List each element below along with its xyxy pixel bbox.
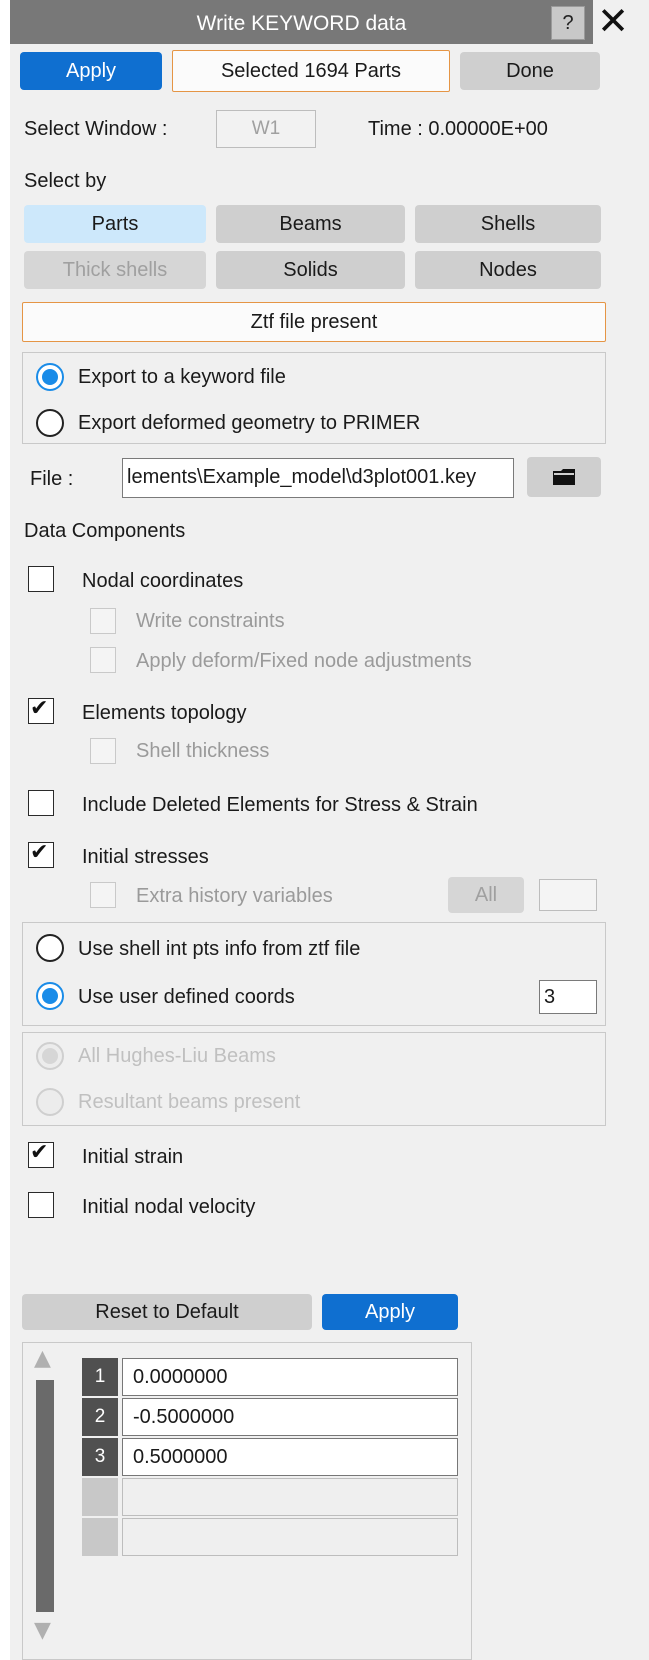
apply-deform-label: Apply deform/Fixed node adjustments	[136, 650, 472, 672]
hughes-liu-beams-radio	[36, 1042, 64, 1070]
coord-cell[interactable]	[122, 1478, 458, 1516]
window-selector[interactable]: W1	[216, 110, 316, 148]
file-path-input[interactable]: lements\Example_model\d3plot001.key	[122, 458, 514, 498]
elements-topology-label: Elements topology	[82, 702, 247, 724]
export-keyword-label: Export to a keyword file	[78, 366, 286, 388]
nodal-coordinates-checkbox[interactable]	[28, 566, 54, 592]
initial-stresses-checkbox[interactable]: ✔	[28, 840, 54, 868]
initial-nodal-velocity-label: Initial nodal velocity	[82, 1196, 256, 1218]
export-keyword-radio[interactable]	[36, 363, 64, 391]
select-by-thick-shells-button: Thick shells	[24, 251, 206, 289]
file-label: File :	[30, 468, 74, 490]
export-primer-label: Export deformed geometry to PRIMER	[78, 412, 421, 434]
include-deleted-checkbox[interactable]	[28, 790, 54, 816]
coord-cell[interactable]: 0.5000000	[122, 1438, 458, 1476]
extra-history-all-button: All	[448, 877, 524, 913]
select-by-shells-button[interactable]: Shells	[415, 205, 601, 243]
initial-nodal-velocity-checkbox[interactable]	[28, 1192, 54, 1218]
selected-parts-button[interactable]: Selected 1694 Parts	[172, 50, 450, 92]
shell-thickness-checkbox	[90, 738, 116, 764]
initial-strain-label: Initial strain	[82, 1146, 184, 1168]
shell-int-pts-ztf-radio[interactable]	[36, 934, 64, 962]
select-by-label: Select by	[24, 170, 107, 192]
resultant-beams-radio	[36, 1088, 64, 1116]
checkmark-icon: ✔	[30, 840, 49, 865]
nodal-coordinates-label: Nodal coordinates	[82, 570, 244, 592]
row-index: 2	[82, 1398, 118, 1436]
select-by-nodes-button[interactable]: Nodes	[415, 251, 601, 289]
data-components-heading: Data Components	[24, 520, 186, 542]
extra-history-label: Extra history variables	[136, 885, 333, 907]
time-label: Time : 0.00000E+00	[368, 118, 548, 140]
row-index: 3	[82, 1438, 118, 1476]
close-icon[interactable]: ✕	[593, 0, 633, 44]
row-index	[82, 1478, 118, 1516]
apply-deform-checkbox	[90, 647, 116, 673]
ztf-file-button[interactable]: Ztf file present	[22, 302, 606, 342]
window-title: Write KEYWORD data	[196, 12, 407, 35]
user-defined-coords-radio[interactable]	[36, 982, 64, 1010]
coords-count-input[interactable]: 3	[539, 980, 597, 1014]
write-constraints-label: Write constraints	[136, 610, 285, 632]
scroll-down-icon[interactable]: ▼	[34, 1618, 51, 1643]
shell-int-pts-ztf-label: Use shell int pts info from ztf file	[78, 938, 361, 960]
apply-button[interactable]: Apply	[20, 52, 162, 90]
browse-button[interactable]	[527, 457, 601, 497]
scrollbar-thumb[interactable]	[36, 1380, 54, 1612]
initial-strain-checkbox[interactable]: ✔	[28, 1140, 54, 1168]
extra-history-input	[539, 879, 597, 911]
coord-cell[interactable]: 0.0000000	[122, 1358, 458, 1396]
coord-cell[interactable]: -0.5000000	[122, 1398, 458, 1436]
checkmark-icon: ✔	[30, 1140, 49, 1165]
initial-stresses-label: Initial stresses	[82, 846, 209, 868]
elements-topology-checkbox[interactable]: ✔	[28, 696, 54, 724]
reset-to-default-button[interactable]: Reset to Default	[22, 1294, 312, 1330]
coord-cell[interactable]	[122, 1518, 458, 1556]
row-index	[82, 1518, 118, 1556]
select-by-beams-button[interactable]: Beams	[216, 205, 405, 243]
write-constraints-checkbox	[90, 608, 116, 634]
checkmark-icon: ✔	[30, 696, 49, 721]
hughes-liu-beams-label: All Hughes-Liu Beams	[78, 1045, 276, 1067]
extra-history-checkbox	[90, 882, 116, 908]
select-by-parts-button[interactable]: Parts	[24, 205, 206, 243]
shell-thickness-label: Shell thickness	[136, 740, 270, 762]
user-defined-coords-label: Use user defined coords	[78, 986, 295, 1008]
export-primer-radio[interactable]	[36, 409, 64, 437]
scroll-up-icon[interactable]: ▲	[34, 1346, 51, 1371]
include-deleted-label: Include Deleted Elements for Stress & St…	[82, 794, 478, 816]
select-window-label: Select Window :	[24, 118, 168, 140]
row-index: 1	[82, 1358, 118, 1396]
folder-icon	[553, 469, 575, 485]
select-by-solids-button[interactable]: Solids	[216, 251, 405, 289]
done-button[interactable]: Done	[460, 52, 600, 90]
coords-apply-button[interactable]: Apply	[322, 1294, 458, 1330]
resultant-beams-label: Resultant beams present	[78, 1091, 301, 1113]
help-button[interactable]: ?	[551, 6, 585, 40]
